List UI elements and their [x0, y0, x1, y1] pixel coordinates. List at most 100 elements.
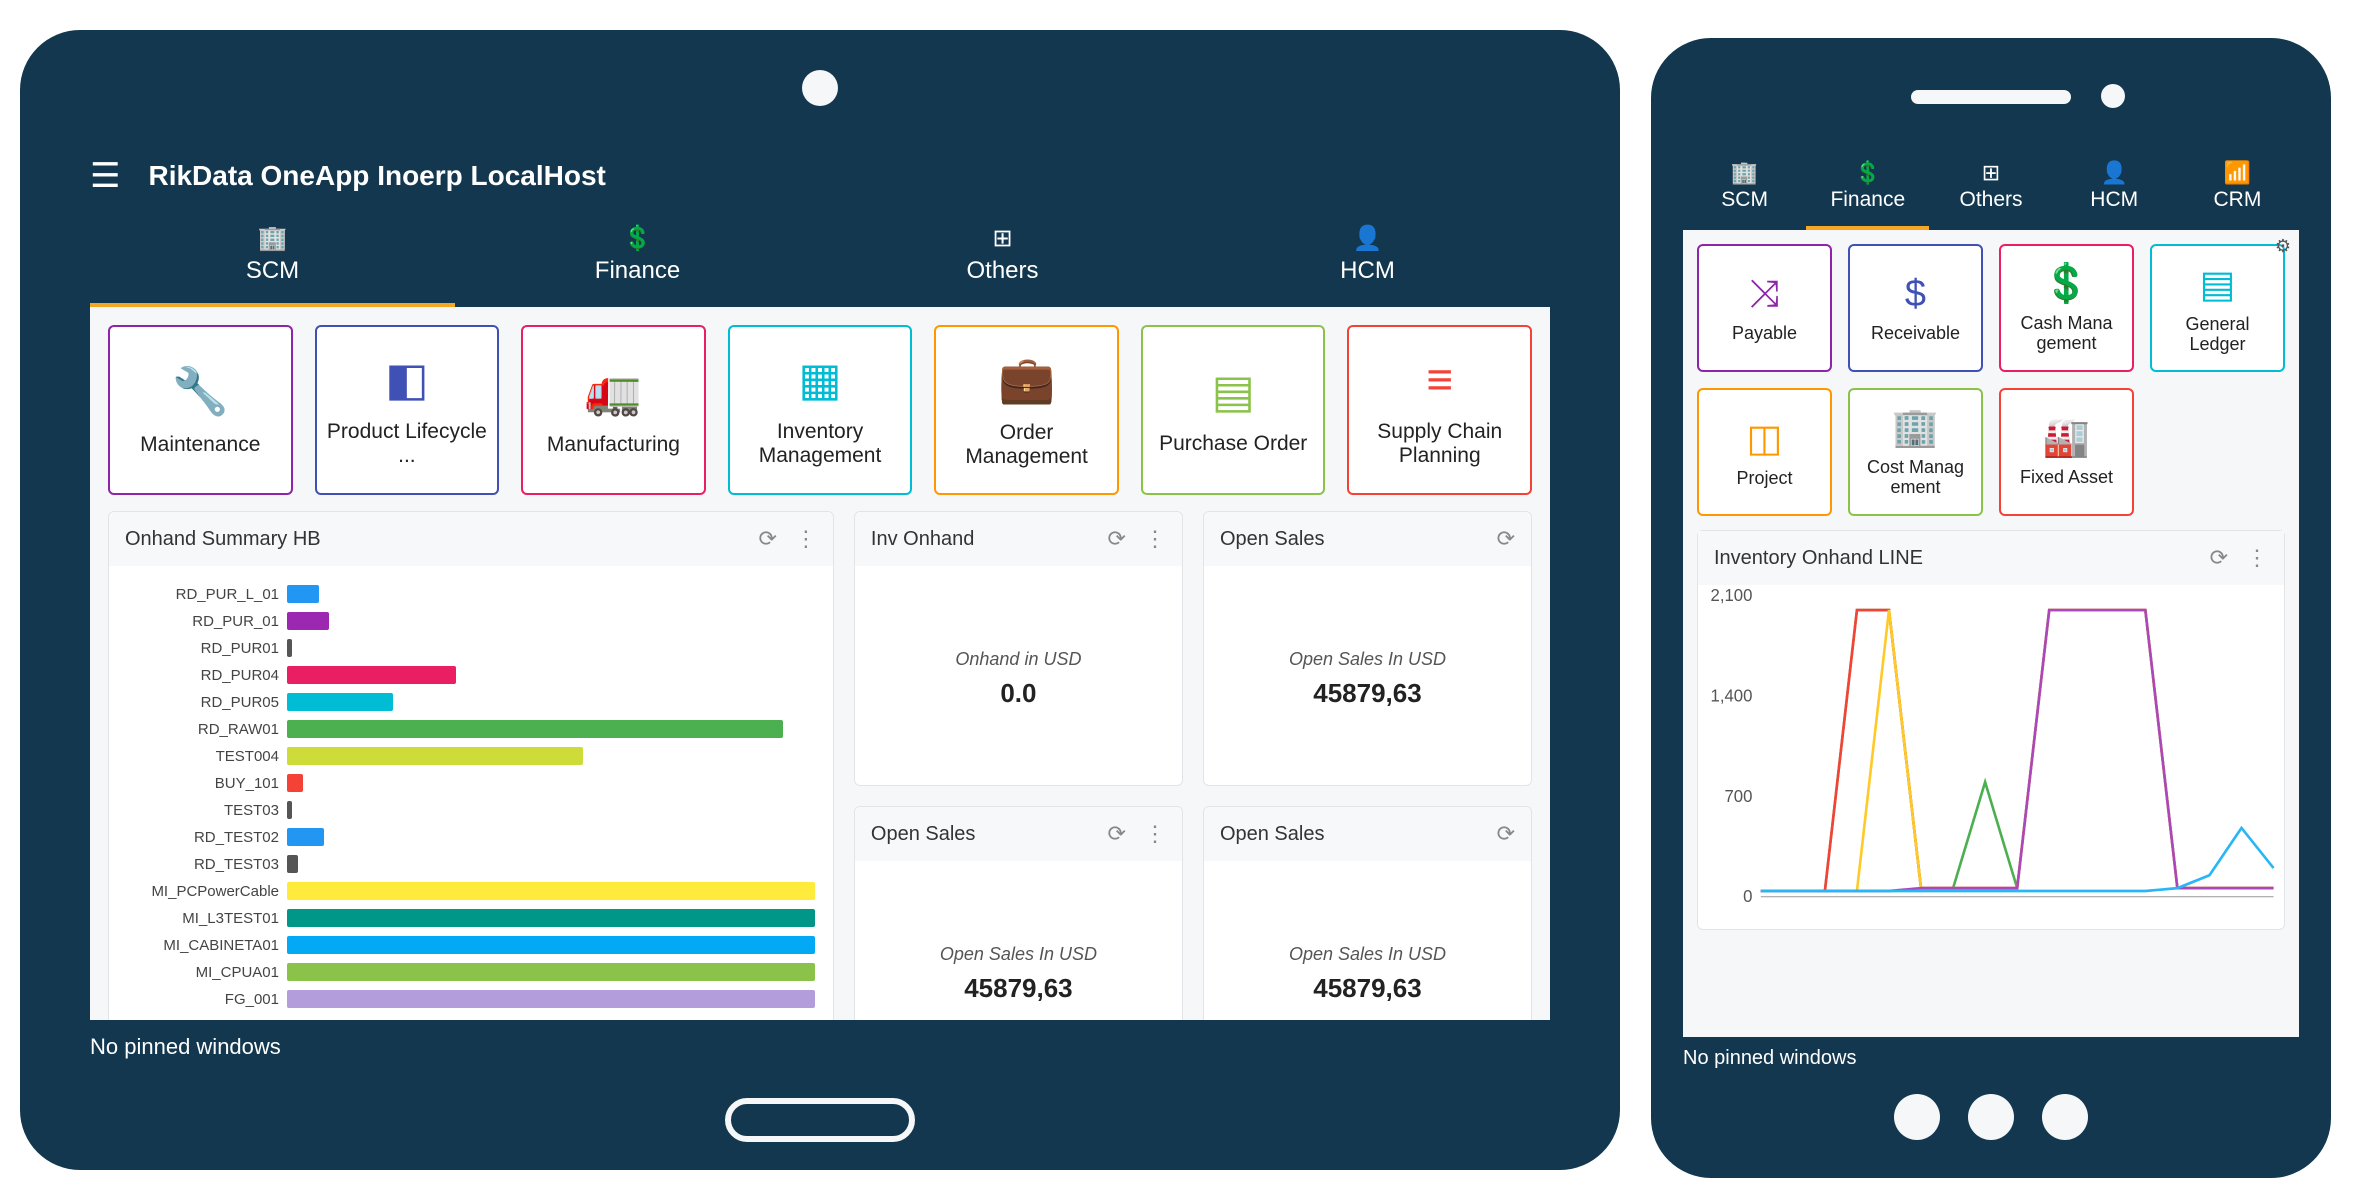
- module-icon: 🚛: [585, 364, 642, 419]
- inventory-line-chart: 07001,4002,100: [1698, 585, 2284, 929]
- metric-value: 45879,63: [1313, 973, 1421, 1004]
- refresh-icon[interactable]: ⟳: [2210, 545, 2228, 571]
- tablet-camera: [802, 70, 838, 106]
- module-product-lifecycle-[interactable]: ◧Product Lifecycle ...: [315, 325, 500, 495]
- phone-module-cards: ⤨Payable$Receivable💲Cash Mana gement ▤ Gen…: [1697, 244, 2285, 516]
- phone-module-payable[interactable]: ⤨Payable: [1697, 244, 1832, 372]
- metric-value: 0.0: [1000, 678, 1036, 709]
- bar-label: MI_PCPowerCable: [117, 883, 287, 900]
- module-icon: 💲: [2043, 262, 2090, 306]
- more-icon[interactable]: ⋮: [1144, 526, 1166, 552]
- bar-row: RD_PUR_01: [117, 609, 815, 633]
- menu-icon[interactable]: ☰: [90, 156, 120, 196]
- crm-icon: 📶: [2176, 160, 2299, 186]
- module-label: Inventory Management: [738, 420, 903, 468]
- module-icon: ▤: [2200, 262, 2236, 307]
- phone-tabs: 🏢SCM💲Finance⊞Others👤HCM📶CRM: [1683, 156, 2299, 230]
- module-label: General Ledger: [2158, 315, 2277, 355]
- onhand-bar-chart: RD_PUR_L_01RD_PUR_01RD_PUR01RD_PUR04RD_P…: [117, 576, 825, 1020]
- phone-nav-buttons[interactable]: [1894, 1094, 2088, 1140]
- bar-row: RD_RAW01: [117, 717, 815, 741]
- svg-text:2,100: 2,100: [1711, 586, 1753, 605]
- phone-device: 🏢SCM💲Finance⊞Others👤HCM📶CRM ⚙ ⤨Payable$R…: [1651, 38, 2331, 1178]
- module-maintenance[interactable]: 🔧Maintenance: [108, 325, 293, 495]
- svg-text:0: 0: [1743, 887, 1752, 906]
- open-sales-panel-2: Open Sales ⟳⋮ Open Sales In USD 45879,63: [854, 806, 1183, 1020]
- module-inventory-management[interactable]: ▦ Inventory Management: [728, 325, 913, 495]
- phone-module-project[interactable]: ◫ Project: [1697, 388, 1832, 516]
- tab-scm[interactable]: 🏢SCM: [90, 216, 455, 307]
- tablet-home-button[interactable]: [725, 1098, 915, 1142]
- refresh-icon[interactable]: ⟳: [1497, 526, 1515, 552]
- bar-row: MI_L3TEST01: [117, 906, 815, 930]
- module-order-management[interactable]: 💼Order Management: [934, 325, 1119, 495]
- more-icon[interactable]: ⋮: [2246, 545, 2268, 571]
- bar-label: BUY_101: [117, 775, 287, 792]
- dashboard-row: Onhand Summary HB ⟳ ⋮ RD_PUR_L_01RD_PUR_…: [108, 511, 1532, 1020]
- bar-label: RD_RAW01: [117, 721, 287, 738]
- bar-label: MI_L3TEST01: [117, 910, 287, 927]
- refresh-icon[interactable]: ⟳: [1108, 821, 1126, 847]
- onhand-summary-panel: Onhand Summary HB ⟳ ⋮ RD_PUR_L_01RD_PUR_…: [108, 511, 834, 1020]
- phone-module-cash-mana-gement[interactable]: 💲Cash Mana gement: [1999, 244, 2134, 372]
- metric-label: Onhand in USD: [955, 649, 1081, 670]
- phone-tab-scm[interactable]: 🏢SCM: [1683, 156, 1806, 230]
- module-label: Maintenance: [140, 433, 260, 457]
- module-label: Purchase Order: [1159, 432, 1307, 456]
- tab-hcm[interactable]: 👤HCM: [1185, 216, 1550, 307]
- open-sales-panel-1: Open Sales ⟳ Open Sales In USD 45879,63: [1203, 511, 1532, 786]
- metric-value: 45879,63: [964, 973, 1072, 1004]
- gear-icon[interactable]: ⚙: [2275, 236, 2291, 257]
- phone-module-cost-manag-ement[interactable]: 🏢Cost Manag ement: [1848, 388, 1983, 516]
- module-label: Project: [1736, 469, 1792, 489]
- refresh-icon[interactable]: ⟳: [1108, 526, 1126, 552]
- bar-row: RD_TEST03: [117, 852, 815, 876]
- bar-label: TEST004: [117, 748, 287, 765]
- phone-module-fixed-asset[interactable]: 🏭Fixed Asset: [1999, 388, 2134, 516]
- bar-row: RD_TEST02: [117, 825, 815, 849]
- module-supply-chain-planning[interactable]: ≡Supply Chain Planning: [1347, 325, 1532, 495]
- phone-module-receivable[interactable]: $Receivable: [1848, 244, 1983, 372]
- main-tabs: 🏢SCM💲Finance⊞Others👤HCM: [90, 216, 1550, 307]
- inventory-onhand-line-panel: Inventory Onhand LINE ⟳⋮ 07001,4002,100: [1697, 530, 2285, 930]
- phone-module-general-ledger[interactable]: ▤ General Ledger: [2150, 244, 2285, 372]
- phone-footer: No pinned windows: [1683, 1037, 2299, 1070]
- bar-row: TEST004: [117, 744, 815, 768]
- footer-text: No pinned windows: [90, 1020, 1550, 1060]
- module-label: Payable: [1732, 324, 1797, 344]
- more-icon[interactable]: ⋮: [795, 526, 817, 552]
- bar-row: BUY_101: [117, 771, 815, 795]
- phone-tab-finance[interactable]: 💲Finance: [1806, 156, 1929, 230]
- tablet-device: ☰ RikData OneApp Inoerp LocalHost 🏢SCM💲F…: [20, 30, 1620, 1170]
- bar-label: RD_PUR_01: [117, 613, 287, 630]
- module-icon: 🏭: [2043, 416, 2090, 460]
- module-icon: ▦: [798, 352, 841, 406]
- phone-tab-others[interactable]: ⊞Others: [1929, 156, 2052, 230]
- more-icon[interactable]: ⋮: [1144, 821, 1166, 847]
- module-label: Supply Chain Planning: [1357, 420, 1522, 468]
- hcm-icon: 👤: [1185, 224, 1550, 253]
- panel-title: Open Sales: [871, 823, 976, 846]
- bar-label: RD_PUR01: [117, 640, 287, 657]
- tab-finance[interactable]: 💲Finance: [455, 216, 820, 307]
- module-cards: 🔧Maintenance◧Product Lifecycle ...🚛Manuf…: [108, 325, 1532, 495]
- phone-tab-crm[interactable]: 📶CRM: [2176, 156, 2299, 230]
- bar-label: RD_TEST03: [117, 856, 287, 873]
- module-icon: ◫: [1747, 416, 1783, 461]
- bar-label: MI_CPUA01: [117, 964, 287, 981]
- module-icon: 💼: [998, 352, 1055, 407]
- module-manufacturing[interactable]: 🚛Manufacturing: [521, 325, 706, 495]
- phone-tab-hcm[interactable]: 👤HCM: [2053, 156, 2176, 230]
- module-icon: ▤: [1211, 364, 1254, 418]
- module-icon: $: [1905, 273, 1926, 316]
- bar-label: RD_PUR04: [117, 667, 287, 684]
- refresh-icon[interactable]: ⟳: [1497, 821, 1515, 847]
- panel-title: Inv Onhand: [871, 528, 974, 551]
- module-label: Product Lifecycle ...: [325, 420, 490, 468]
- bar-row: RD_PUR05: [117, 690, 815, 714]
- module-purchase-order[interactable]: ▤ Purchase Order: [1141, 325, 1326, 495]
- bar-row: TEST03: [117, 798, 815, 822]
- refresh-icon[interactable]: ⟳: [758, 526, 776, 552]
- tab-others[interactable]: ⊞Others: [820, 216, 1185, 307]
- app-title: RikData OneApp Inoerp LocalHost: [148, 160, 605, 192]
